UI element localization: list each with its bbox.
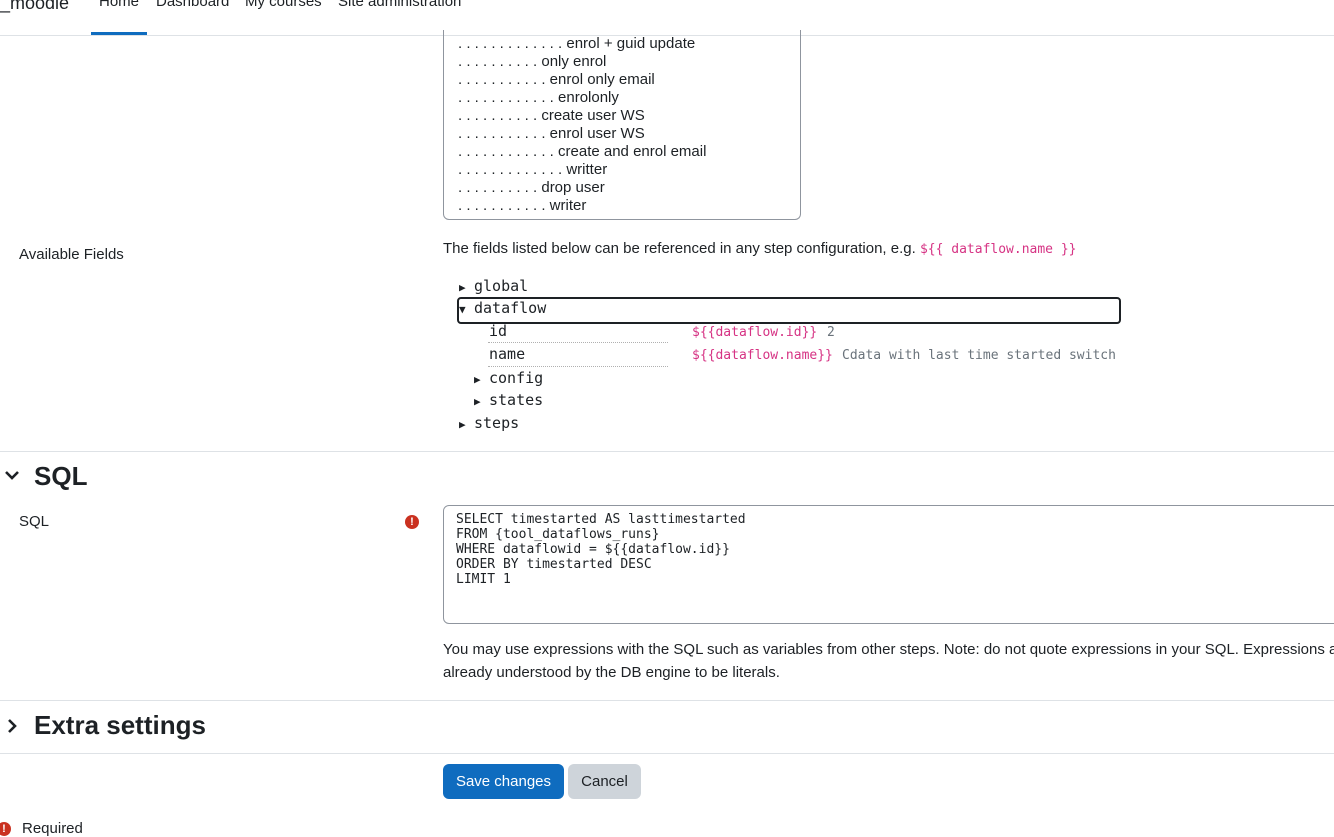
tree-leaf-name-expression: ${{dataflow.name}} — [692, 348, 833, 363]
step-option[interactable]: . . . . . . . . . . only enrol — [458, 53, 606, 70]
section-divider — [0, 700, 1334, 701]
caret-right-icon: ▶ — [459, 281, 466, 294]
section-divider — [0, 753, 1334, 754]
cancel-button[interactable]: Cancel — [568, 764, 641, 799]
tree-leaf-name-value: Cdata with last time started switch — [842, 348, 1116, 363]
nav-site-administration[interactable]: Site administration — [338, 0, 461, 10]
sql-help-text-line1: You may use expressions with the SQL suc… — [443, 641, 1334, 658]
caret-right-icon: ▶ — [459, 418, 466, 431]
tree-node-label: states — [489, 391, 544, 409]
step-option[interactable]: . . . . . . . . . . . enrol only email — [458, 71, 655, 88]
tree-leaf-id: id — [489, 322, 508, 340]
sql-field-label: SQL — [19, 513, 50, 530]
required-icon: ! — [405, 515, 419, 529]
sql-line: ORDER BY timestarted DESC — [456, 557, 652, 572]
available-fields-example: ${{ dataflow.name }} — [919, 242, 1077, 257]
tree-node-global[interactable]: ▶ global — [459, 277, 528, 295]
sql-line: WHERE dataflowid = ${{dataflow.id}} — [456, 542, 730, 557]
step-option[interactable]: . . . . . . . . . . . . create and enrol… — [458, 143, 706, 160]
tree-leaf-divider — [488, 342, 668, 343]
available-fields-label: Available Fields — [19, 246, 124, 263]
chevron-down-icon[interactable] — [4, 467, 20, 488]
tree-leaf-divider — [488, 366, 668, 367]
caret-right-icon: ▶ — [474, 395, 481, 408]
section-divider — [0, 451, 1334, 452]
nav-my-courses[interactable]: My courses — [245, 0, 322, 10]
sql-help-text-line2: already understood by the DB engine to b… — [443, 664, 780, 681]
steps-listbox[interactable]: . . . . . . . . . . . . . enrol + guid u… — [443, 30, 801, 220]
sql-line: SELECT timestarted AS lasttimestarted — [456, 512, 746, 527]
caret-right-icon: ▶ — [474, 373, 481, 386]
chevron-right-icon[interactable] — [4, 718, 20, 739]
extra-settings-title[interactable]: Extra settings — [34, 710, 206, 741]
available-fields-help: The fields listed below can be reference… — [443, 240, 1077, 257]
step-option[interactable]: . . . . . . . . . . . . . enrol + guid u… — [458, 35, 695, 52]
tree-node-label: dataflow — [474, 299, 547, 317]
tree-node-label: config — [489, 369, 544, 387]
tree-node-config[interactable]: ▶ config — [474, 369, 543, 387]
tree-node-label: steps — [474, 414, 520, 432]
site-brand[interactable]: _moodle — [0, 0, 69, 14]
tree-node-label: global — [474, 277, 529, 295]
required-icon: ! — [0, 822, 11, 836]
step-option[interactable]: . . . . . . . . . . . enrol user WS — [458, 125, 645, 142]
step-option[interactable]: . . . . . . . . . . . . enrolonly — [458, 89, 619, 106]
tree-node-focus-ring — [457, 297, 1121, 324]
tree-leaf-id-expression: ${{dataflow.id}} — [692, 325, 818, 340]
sql-line: LIMIT 1 — [456, 572, 511, 587]
caret-down-icon: ▼ — [459, 303, 466, 316]
nav-dashboard[interactable]: Dashboard — [156, 0, 229, 10]
tree-node-steps[interactable]: ▶ steps — [459, 414, 519, 432]
sql-section-title[interactable]: SQL — [34, 461, 87, 492]
step-option[interactable]: . . . . . . . . . . . . . writter — [458, 161, 607, 178]
sql-textarea[interactable]: SELECT timestarted AS lasttimestarted FR… — [443, 505, 1334, 624]
tree-leaf-id-value: 2 — [827, 325, 835, 340]
tree-node-states[interactable]: ▶ states — [474, 391, 543, 409]
sql-line: FROM {tool_dataflows_runs} — [456, 527, 660, 542]
tree-node-dataflow[interactable]: ▼ dataflow — [459, 299, 546, 317]
save-changes-button[interactable]: Save changes — [443, 764, 564, 799]
step-option[interactable]: . . . . . . . . . . drop user — [458, 179, 605, 196]
step-option[interactable]: . . . . . . . . . . . writer — [458, 197, 586, 214]
available-fields-help-text: The fields listed below can be reference… — [443, 240, 920, 257]
tree-leaf-name: name — [489, 345, 526, 363]
nav-active-indicator — [91, 32, 147, 35]
required-note: Required — [22, 820, 83, 837]
step-option[interactable]: . . . . . . . . . . create user WS — [458, 107, 645, 124]
nav-home[interactable]: Home — [99, 0, 139, 10]
